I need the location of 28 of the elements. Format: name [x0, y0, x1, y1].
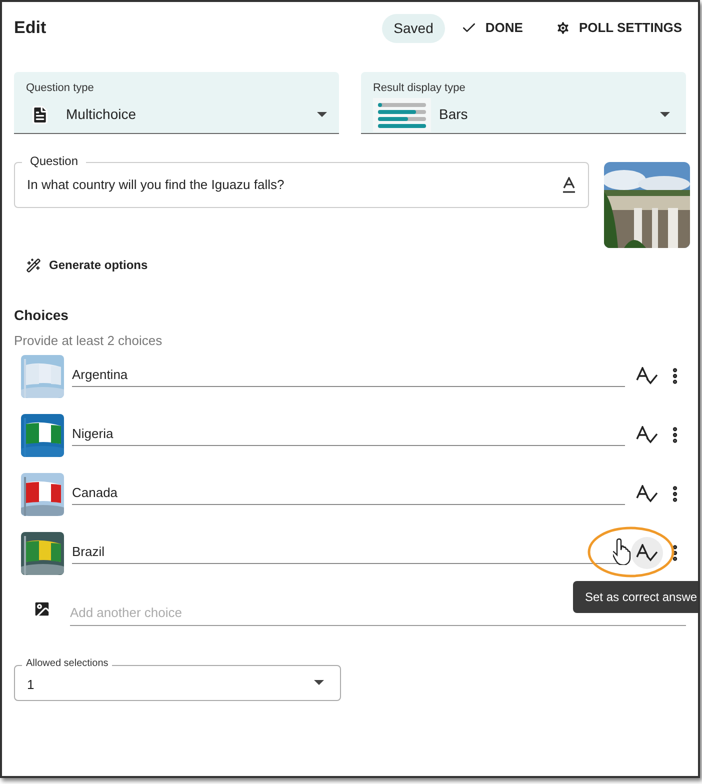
bars-chart-icon [372, 98, 431, 132]
saved-status: Saved [382, 14, 446, 42]
correct-answer-button[interactable] [631, 537, 663, 569]
spell-check-icon [636, 367, 658, 385]
done-button[interactable]: DONE [445, 14, 539, 42]
page-title: Edit [14, 17, 46, 40]
choice-field[interactable]: Nigeria [72, 424, 625, 446]
settings-icon [554, 20, 571, 36]
generate-options-button[interactable]: Generate options [26, 256, 148, 274]
spell-check-icon [636, 485, 658, 503]
spell-check-icon [636, 426, 658, 444]
document-icon [30, 104, 50, 125]
section-title: Choices [14, 306, 68, 325]
dropdown-caret-icon [660, 112, 670, 118]
choice-field[interactable]: Canada [72, 483, 625, 505]
choice-field[interactable]: Argentina [72, 365, 625, 387]
dropdown-caret-icon [316, 112, 327, 118]
hint-text: Provide at least 2 choices [14, 332, 162, 350]
add-choice-field[interactable]: Add another choice [70, 603, 686, 626]
result-display-select[interactable]: Result display type Bars [360, 72, 686, 134]
dropdown-caret-icon [314, 680, 324, 685]
poll-settings-button[interactable]: POLL SETTINGS [538, 14, 686, 42]
tooltip: Set as correct answe [573, 581, 698, 613]
field-label: Question [22, 154, 86, 168]
magic-wand-icon [26, 258, 41, 272]
text-format-icon[interactable] [562, 177, 576, 193]
question-type-select[interactable]: Question type Multichoice [14, 72, 339, 134]
spell-check-icon [636, 544, 658, 562]
